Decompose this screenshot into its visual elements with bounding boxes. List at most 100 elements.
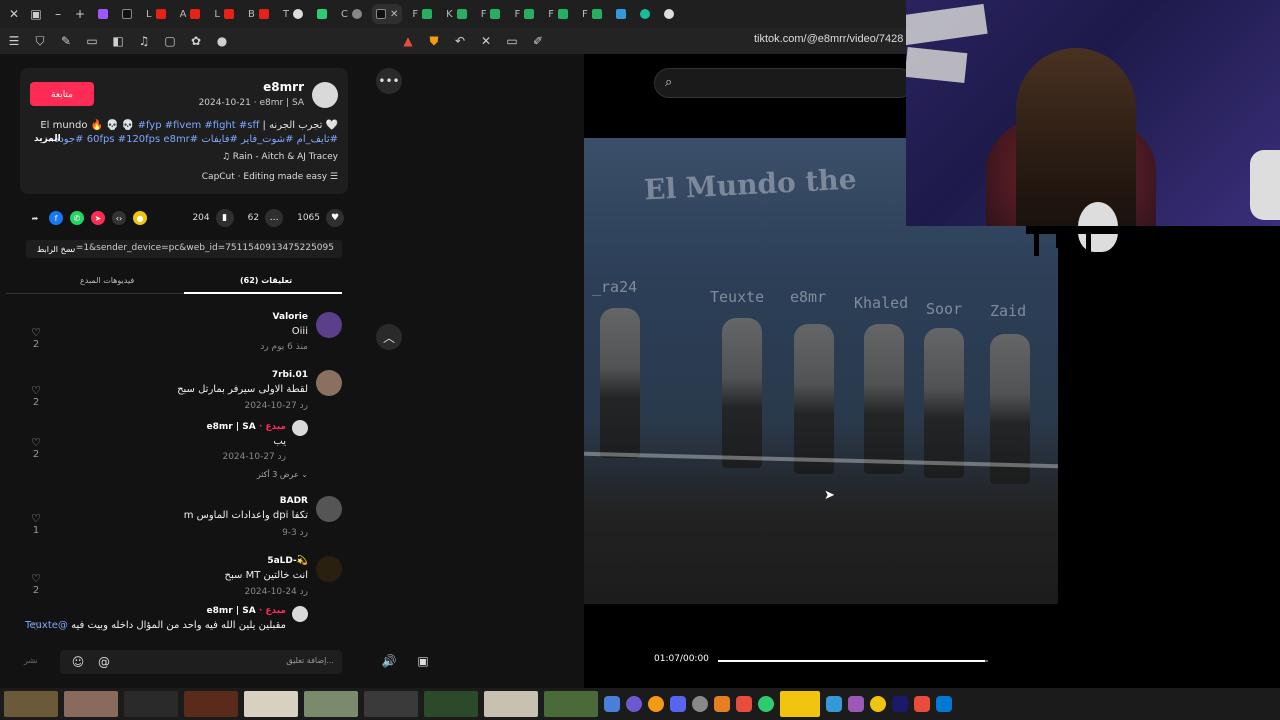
browser-tab[interactable]: F xyxy=(578,4,606,24)
new-tab-icon[interactable]: + xyxy=(72,6,88,22)
screen-icon[interactable]: ▭ xyxy=(504,33,520,49)
volume-icon[interactable]: 🔊 xyxy=(376,648,402,674)
username[interactable]: e8mrr xyxy=(263,80,304,94)
more-options-icon[interactable]: ••• xyxy=(376,68,402,94)
browser-tab[interactable]: B xyxy=(244,4,273,24)
music-icon[interactable]: ♫ xyxy=(136,33,152,49)
shield-icon[interactable]: ⛉ xyxy=(32,33,48,49)
comment-meta[interactable]: منذ 6 يوم رد xyxy=(260,342,308,352)
close-tab-icon[interactable]: ✕ xyxy=(390,9,398,20)
browser-tab[interactable] xyxy=(313,4,331,24)
app-icon[interactable] xyxy=(826,696,842,712)
window-icon[interactable]: ▢ xyxy=(162,33,178,49)
address-bar[interactable]: tiktok.com/@e8mrr/video/7428 xyxy=(754,33,903,45)
app-icon[interactable] xyxy=(692,696,708,712)
comment-like[interactable]: ♡ 2 xyxy=(28,572,44,596)
edit-icon[interactable]: ✐ xyxy=(530,33,546,49)
like-stat[interactable]: 1065 ♥ xyxy=(297,209,344,227)
embed-icon[interactable]: ‹› xyxy=(112,211,126,225)
comment-stat[interactable]: 62… xyxy=(248,209,284,227)
browser-tab[interactable]: L xyxy=(142,4,170,24)
taskbar-thumbnail[interactable] xyxy=(64,691,118,717)
browser-tab[interactable]: T xyxy=(279,4,307,24)
warning-icon[interactable]: ▲ xyxy=(400,33,416,49)
comment-like[interactable]: ♡ 2 xyxy=(28,384,44,408)
browser-tab[interactable] xyxy=(94,4,112,24)
heart-icon[interactable]: ♡ xyxy=(28,620,44,633)
avatar[interactable] xyxy=(316,312,342,338)
comment-like[interactable]: ♡ xyxy=(28,620,44,633)
comment-author[interactable]: 5aLD-💫 xyxy=(267,556,308,566)
facebook-icon[interactable]: f xyxy=(49,211,63,225)
heart-icon[interactable]: ♡ xyxy=(28,326,44,339)
taskbar-thumbnail[interactable] xyxy=(244,691,298,717)
browser-tab[interactable]: A xyxy=(176,4,205,24)
taskbar-thumbnail[interactable] xyxy=(364,691,418,717)
browser-tab-active[interactable]: ✕ xyxy=(371,4,403,24)
post-comment-button[interactable]: نشر xyxy=(24,656,38,665)
taskbar-thumbnail[interactable] xyxy=(124,691,178,717)
tab-list-icon[interactable]: ▣ xyxy=(28,6,44,22)
brave-shield-icon[interactable]: ⛊ xyxy=(426,33,442,49)
share-icon[interactable]: ➦ xyxy=(28,211,42,225)
heart-icon[interactable]: ♡ xyxy=(28,572,44,585)
view-more-replies[interactable]: عرض 3 أكثر ⌄ xyxy=(257,470,308,479)
chrome-icon[interactable] xyxy=(758,696,774,712)
shield-icon[interactable] xyxy=(604,696,620,712)
taskbar-thumbnail[interactable] xyxy=(424,691,478,717)
emoji-icon[interactable]: ☺ xyxy=(70,654,86,670)
comment-author[interactable]: e8mr | SA · مبدع xyxy=(207,606,286,616)
browser-tab[interactable]: K xyxy=(442,4,471,24)
capcut-link[interactable]: CapCut · Editing made easy ☰ xyxy=(202,172,338,182)
comment-input[interactable]: إضافة تعليق... @ ☺ xyxy=(60,650,342,674)
bookmark-icon[interactable]: ▮ xyxy=(215,209,234,227)
hashtags-line[interactable]: #ثايف_ام #شوت_فاير #فايفات #60fps #120fp… xyxy=(45,134,338,145)
comment-author[interactable]: e8mr | SA · مبدع xyxy=(207,422,286,432)
app-icon[interactable] xyxy=(714,696,730,712)
avatar[interactable] xyxy=(316,496,342,522)
avatar[interactable] xyxy=(292,420,308,436)
comment-like[interactable]: ♡ 2 xyxy=(28,436,44,460)
taskbar-thumbnail[interactable] xyxy=(780,691,820,717)
music-link[interactable]: ♫ Rain - Aitch & AJ Tracey xyxy=(222,152,338,162)
taskbar-thumbnail[interactable] xyxy=(304,691,358,717)
taskbar-thumbnail[interactable] xyxy=(4,691,58,717)
browser-tab[interactable]: C xyxy=(337,4,366,24)
browser-tab[interactable] xyxy=(118,4,136,24)
browser-tab[interactable] xyxy=(612,4,630,24)
follow-button[interactable]: متابعة xyxy=(30,82,94,106)
comment-meta[interactable]: 2024-10-24 رد xyxy=(244,587,308,597)
comment-like[interactable]: ♡ 2 xyxy=(28,326,44,350)
app-icon[interactable] xyxy=(626,696,642,712)
taskbar-thumbnail[interactable] xyxy=(544,691,598,717)
video-progress-bar[interactable] xyxy=(718,660,988,662)
comment-meta[interactable]: 9-3 رد xyxy=(282,528,308,538)
comment-meta[interactable]: 2024-10-27 رد xyxy=(222,452,286,462)
brave-icon[interactable] xyxy=(736,696,752,712)
discord-icon[interactable] xyxy=(670,696,686,712)
browser-tab[interactable]: F xyxy=(408,4,436,24)
comment-author[interactable]: 7rbi.01 xyxy=(272,370,308,380)
sidebar-icon[interactable]: ◧ xyxy=(110,33,126,49)
at-mention-icon[interactable]: @ xyxy=(96,654,112,670)
menu-icon[interactable]: ☰ xyxy=(6,33,22,49)
browser-tab[interactable] xyxy=(660,4,678,24)
whatsapp-icon[interactable]: ✆ xyxy=(70,211,84,225)
translate-icon[interactable]: ✕ xyxy=(478,33,494,49)
search-icon[interactable]: ⌕ xyxy=(665,75,672,90)
browser-tab[interactable]: L xyxy=(210,4,238,24)
pen-icon[interactable]: ✎ xyxy=(58,33,74,49)
browser-tab[interactable]: F xyxy=(510,4,538,24)
app-icon[interactable] xyxy=(914,696,930,712)
heart-icon[interactable]: ♡ xyxy=(28,384,44,397)
comment-meta[interactable]: 2024-10-27 رد xyxy=(244,401,308,411)
heart-icon[interactable]: ♡ xyxy=(28,512,44,525)
avatar[interactable] xyxy=(316,370,342,396)
tab-creator-videos[interactable]: فيديوهات المبدع xyxy=(80,276,134,285)
tab-comments[interactable]: تعليقات (62) xyxy=(240,276,292,285)
hashtags[interactable]: #fyp #fivem #fight #sff xyxy=(138,120,260,131)
globe-icon[interactable]: ● xyxy=(214,33,230,49)
browser-tab[interactable] xyxy=(636,4,654,24)
search-input[interactable]: ⌕ xyxy=(654,68,914,98)
more-link[interactable]: المزيد xyxy=(34,134,61,144)
